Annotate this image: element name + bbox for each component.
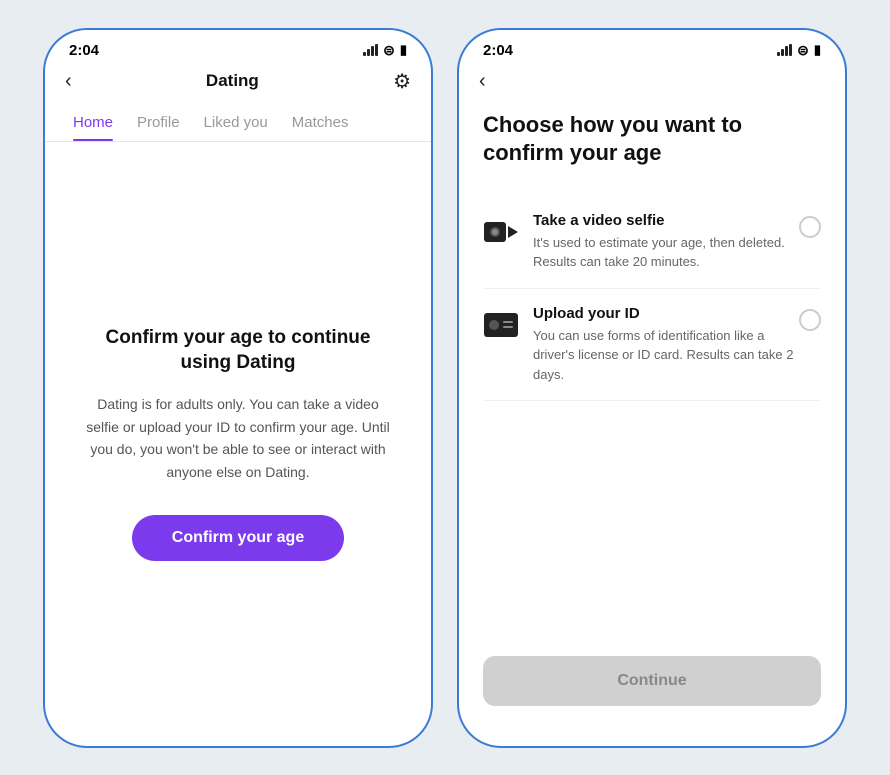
tab-home[interactable]: Home	[61, 108, 125, 141]
confirm-age-title: Confirm your age to continue using Datin…	[81, 326, 395, 375]
status-bar-1: 2:04 ⊜ ▮	[45, 30, 431, 63]
video-selfie-label: Take a video selfie	[533, 212, 799, 229]
id-card-icon	[484, 313, 518, 337]
signal-icon	[363, 44, 378, 56]
option-upload-id[interactable]: Upload your ID You can use forms of iden…	[483, 289, 821, 402]
back-button-2[interactable]: ‹	[479, 71, 486, 91]
phone-2: 2:04 ⊜ ▮ ‹ Choose how you want to confir…	[457, 28, 847, 748]
nav-title-1: Dating	[206, 71, 259, 91]
battery-icon: ▮	[400, 42, 407, 58]
video-selfie-text: Take a video selfie It's used to estimat…	[533, 212, 799, 272]
tab-matches[interactable]: Matches	[280, 108, 361, 141]
wifi-icon-2: ⊜	[797, 42, 809, 59]
confirm-age-desc: Dating is for adults only. You can take …	[81, 393, 395, 483]
phone2-main-content: Choose how you want to confirm your age …	[459, 91, 845, 746]
upload-id-desc: You can use forms of identification like…	[533, 326, 799, 385]
radio-upload-id[interactable]	[799, 309, 821, 331]
status-bar-2: 2:04 ⊜ ▮	[459, 30, 845, 63]
option-upload-id-left: Upload your ID You can use forms of iden…	[483, 305, 799, 385]
option-video-selfie[interactable]: Take a video selfie It's used to estimat…	[483, 196, 821, 289]
phone2-nav: ‹	[459, 63, 845, 91]
signal-icon-2	[777, 44, 792, 56]
video-selfie-desc: It's used to estimate your age, then del…	[533, 233, 799, 272]
settings-button[interactable]: ⚙	[393, 69, 411, 94]
status-time-1: 2:04	[69, 42, 99, 59]
tab-bar: Home Profile Liked you Matches	[45, 98, 431, 142]
video-selfie-icon	[484, 218, 518, 246]
radio-video-selfie[interactable]	[799, 216, 821, 238]
tab-liked-you[interactable]: Liked you	[192, 108, 280, 141]
nav-bar-1: ‹ Dating ⚙	[45, 63, 431, 94]
choose-age-title: Choose how you want to confirm your age	[483, 111, 821, 168]
continue-button[interactable]: Continue	[483, 656, 821, 706]
id-card-icon-container	[483, 307, 519, 343]
status-icons-2: ⊜ ▮	[777, 42, 821, 59]
phone1-main-content: Confirm your age to continue using Datin…	[45, 142, 431, 746]
wifi-icon: ⊜	[383, 42, 395, 59]
status-icons-1: ⊜ ▮	[363, 42, 407, 59]
video-selfie-icon-container	[483, 214, 519, 250]
back-button-1[interactable]: ‹	[65, 71, 72, 91]
upload-id-label: Upload your ID	[533, 305, 799, 322]
status-time-2: 2:04	[483, 42, 513, 59]
phone-1: 2:04 ⊜ ▮ ‹ Dating ⚙ Home Profile Liked y…	[43, 28, 433, 748]
upload-id-text: Upload your ID You can use forms of iden…	[533, 305, 799, 385]
tab-profile[interactable]: Profile	[125, 108, 192, 141]
confirm-age-button[interactable]: Confirm your age	[132, 515, 344, 561]
battery-icon-2: ▮	[814, 42, 821, 58]
option-video-selfie-left: Take a video selfie It's used to estimat…	[483, 212, 799, 272]
